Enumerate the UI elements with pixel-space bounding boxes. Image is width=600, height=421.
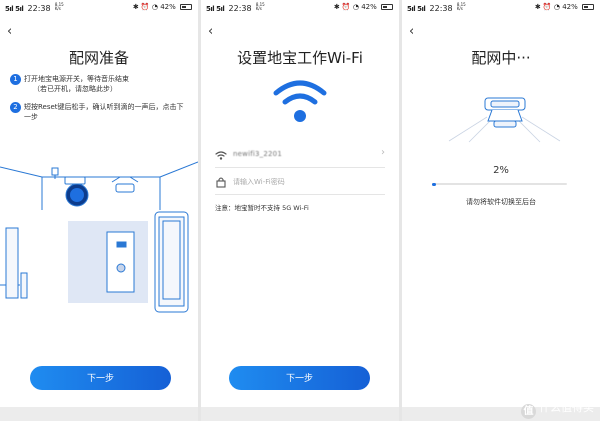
status-bar: 5ıl 5ıl 22:38 8.15 K/s ✱ ⏰ ◔ 42% (0, 0, 198, 16)
status-icons: ✱ ⏰ ◔ (132, 3, 158, 11)
password-placeholder: 请输入Wi-Fi密码 (233, 178, 285, 186)
clock: 22:38 (429, 4, 453, 13)
screenshot-collage: 5ıl 5ıl 22:38 8.15 K/s ✱ ⏰ ◔ 42% ‹ 配网准备 1… (0, 0, 600, 421)
connecting-screen: 5ıl 5ıl 22:38 8.15 K/s ✱ ⏰ ◔ 42% ‹ 配网中··· (402, 0, 600, 421)
signal-icon: 5ıl 5ıl (5, 5, 24, 13)
battery-level: 42% (160, 3, 176, 11)
battery-icon (582, 4, 594, 10)
status-icons: ✱ ⏰ ◔ (534, 3, 560, 11)
net-speed: 8.15 K/s (456, 2, 466, 11)
ssid-value: newifi3_2201 (233, 150, 282, 158)
back-button[interactable]: ‹ (208, 24, 213, 39)
status-icons: ✱ ⏰ ◔ (333, 3, 359, 11)
wifi-setup-screen: 5ıl 5ıl 22:38 8.15 K/s ✱ ⏰ ◔ 42% ‹ 设置地宝工作… (201, 0, 399, 421)
room-illustration (0, 161, 198, 313)
wifi-icon (273, 80, 327, 122)
battery-icon (180, 4, 192, 10)
progress-fill (432, 182, 437, 186)
step-text: 短按Reset键后松手，确认听到滴的一声后，点击下一步 (24, 103, 184, 121)
page-title: 配网准备 (68, 49, 129, 67)
battery-level: 42% (562, 3, 578, 11)
progress-bar (432, 182, 567, 186)
step-subtext: （若已开机，请忽略此步） (33, 85, 117, 93)
status-bar: 5ıl 5ıl 22:38 8.15 K/s ✱ ⏰ ◔ 42% (402, 0, 600, 16)
net-speed: 8.15 K/s (255, 2, 265, 11)
next-button[interactable]: 下一步 (229, 366, 370, 390)
wifi-password-field[interactable]: 请输入Wi-Fi密码 (215, 173, 385, 195)
step-number: 2 (10, 102, 21, 113)
nav-bar (0, 407, 198, 421)
chevron-right-icon: › (381, 147, 385, 158)
net-speed: 8.15 K/s (54, 2, 64, 11)
step-number: 1 (10, 74, 21, 85)
signal-icon: 5ıl 5ıl (206, 5, 225, 13)
back-button[interactable]: ‹ (409, 24, 414, 39)
router-signal-illustration (448, 97, 561, 143)
5g-warning: 注意：地宝暂时不支持 5G Wi-Fi (215, 204, 309, 212)
back-button[interactable]: ‹ (7, 24, 12, 39)
clock: 22:38 (27, 4, 51, 13)
clock: 22:38 (228, 4, 252, 13)
divider (215, 167, 385, 168)
wifi-small-icon (215, 151, 227, 160)
battery-icon (381, 4, 393, 10)
background-warning: 请勿将软件切换至后台 (466, 198, 536, 206)
step-1: 1 打开地宝电源开关，等待音乐结束 （若已开机，请忽略此步） (10, 74, 186, 94)
watermark-logo-icon: 值 (521, 404, 536, 419)
progress-percent: 2% (493, 165, 509, 176)
step-text: 打开地宝电源开关，等待音乐结束 (24, 75, 129, 83)
page-title: 设置地宝工作Wi-Fi (237, 49, 363, 67)
signal-icon: 5ıl 5ıl (407, 5, 426, 13)
next-button[interactable]: 下一步 (30, 366, 171, 390)
prep-screen: 5ıl 5ıl 22:38 8.15 K/s ✱ ⏰ ◔ 42% ‹ 配网准备 1… (0, 0, 198, 421)
battery-level: 42% (361, 3, 377, 11)
status-bar: 5ıl 5ıl 22:38 8.15 K/s ✱ ⏰ ◔ 42% (201, 0, 399, 16)
nav-bar (201, 407, 399, 421)
watermark-text: 什么值得买 (539, 401, 594, 414)
page-title: 配网中··· (471, 49, 531, 67)
divider (215, 194, 385, 195)
lock-icon (216, 177, 226, 188)
step-2: 2 短按Reset键后松手，确认听到滴的一声后，点击下一步 (10, 102, 186, 122)
wifi-ssid-field[interactable]: newifi3_2201 › (215, 146, 385, 168)
site-watermark: 值什么值得买 (521, 399, 594, 419)
